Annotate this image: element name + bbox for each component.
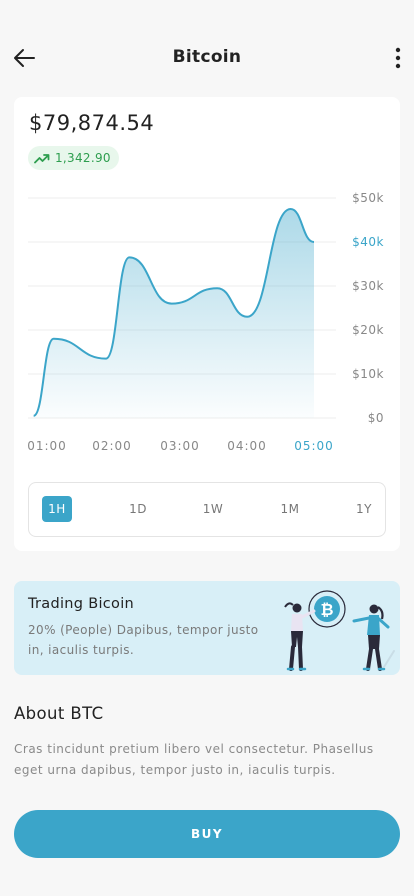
y-tick-label: $40k [352,235,384,249]
range-tab-1y[interactable]: 1Y [349,496,379,522]
trading-banner[interactable]: Trading Bicoin 20% (People) Dapibus, tem… [14,581,400,675]
range-tab-1m[interactable]: 1M [275,496,305,522]
about-description: Cras tincidunt pretium libero vel consec… [14,742,374,777]
time-range-selector: 1H 1D 1W 1M 1Y [28,482,386,537]
svg-text:₿: ₿ [320,600,333,619]
price-chart-card: $79,874.54 1,342.90 $50k $40k $30k $20k $10k… [14,97,400,551]
banner-description: 20% (People) Dapibus, tempor justo in, i… [28,623,259,657]
y-tick-label: $10k [352,367,384,381]
more-vertical-icon [395,47,401,69]
top-bar: Bitcoin [0,38,414,78]
range-tab-1w[interactable]: 1W [198,496,228,522]
price-area-fill [33,209,315,418]
range-tab-1d[interactable]: 1D [123,496,153,522]
range-tab-1h[interactable]: 1H [42,496,72,522]
more-options-button[interactable] [386,42,410,74]
x-tick-label: 03:00 [160,439,200,453]
y-tick-label: $50k [352,191,384,205]
y-tick-label: $30k [352,279,384,293]
x-tick-label: 04:00 [227,439,267,453]
page-title: Bitcoin [172,47,242,67]
price-chart: $50k $40k $30k $20k $10k $0 01:00 02:00 03:00 04… [27,191,384,453]
y-tick-label: $20k [352,323,384,337]
x-tick-label: 01:00 [27,439,67,453]
banner-title: Trading Bicoin [28,596,135,612]
y-tick-label: $0 [368,411,384,425]
people-bitcoin-illustration: ₿ [284,590,395,671]
x-tick-label: 02:00 [92,439,132,453]
buy-button[interactable]: BUY [14,810,400,858]
x-tick-label: 05:00 [294,439,334,453]
about-title: About BTC [14,704,104,723]
